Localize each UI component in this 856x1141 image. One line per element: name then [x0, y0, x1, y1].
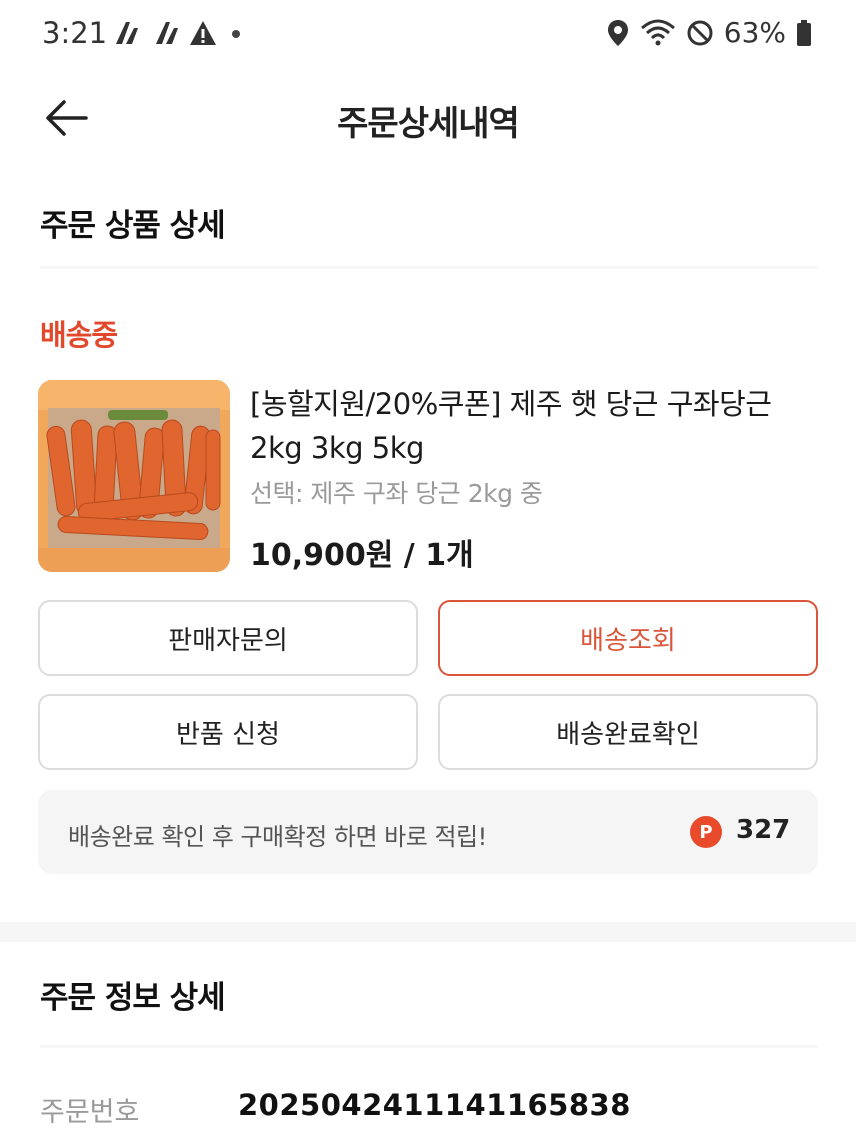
confirm-delivery-button[interactable]: 배송완료확인	[438, 694, 818, 770]
section-title-order: 주문 정보 상세	[40, 980, 226, 1016]
product-name[interactable]: [농할지원/20%쿠폰] 제주 햇 당근 구좌당근 2kg 3kg 5kg	[250, 382, 830, 470]
order-number-value: 2025042411141165838	[238, 1088, 631, 1122]
app-notification-icon	[156, 22, 178, 44]
warning-icon	[190, 21, 216, 45]
status-left-icons	[112, 18, 246, 48]
status-bar: 3:21 63%	[0, 0, 856, 68]
header: 주문상세내역	[0, 68, 856, 168]
do-not-disturb-icon	[687, 20, 713, 45]
point-icon: P	[690, 816, 722, 848]
divider	[40, 1045, 818, 1048]
page-title: 주문상세내역	[337, 104, 520, 144]
battery-percent: 63%	[723, 16, 786, 49]
battery-icon	[797, 19, 811, 46]
order-number-label: 주문번호	[40, 1097, 140, 1128]
app-notification-icon	[116, 22, 138, 44]
product-image[interactable]	[38, 380, 230, 572]
status-right-icons: 63%	[606, 16, 812, 49]
product-option: 선택: 제주 구좌 당근 2kg 중	[250, 479, 543, 508]
return-request-button[interactable]: 반품 신청	[38, 694, 418, 770]
seller-inquiry-button[interactable]: 판매자문의	[38, 600, 418, 676]
dot-icon	[232, 30, 240, 38]
points-notice-text: 배송완료 확인 후 구매확정 하면 바로 적립!	[68, 823, 487, 851]
track-delivery-button[interactable]: 배송조회	[438, 600, 818, 676]
product-price: 10,900원 / 1개	[250, 538, 474, 573]
delivery-status-label: 배송중	[40, 318, 118, 352]
location-icon	[607, 19, 628, 46]
points-notice: 배송완료 확인 후 구매확정 하면 바로 적립! P 327	[38, 790, 818, 874]
section-title-product: 주문 상품 상세	[40, 208, 226, 244]
status-time: 3:21	[42, 16, 108, 50]
section-gap	[0, 922, 856, 942]
divider	[40, 266, 818, 269]
points-value: 327	[736, 815, 791, 845]
wifi-icon	[640, 19, 675, 45]
